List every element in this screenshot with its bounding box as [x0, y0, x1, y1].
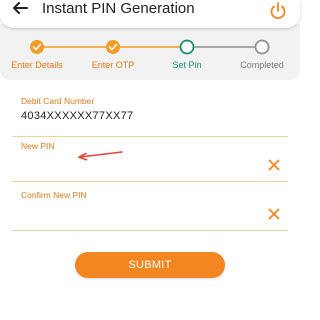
step-1-check-icon: [30, 40, 44, 54]
app-header: Instant PIN Generation: [0, 0, 300, 28]
close-icon: [268, 208, 280, 220]
progress-stepper: Enter Details Enter OTP Set Pin Complete…: [0, 24, 300, 80]
annotation-arrow-icon: [78, 151, 123, 161]
step-label-enter-otp: Enter OTP: [91, 60, 135, 70]
new-pin-field[interactable]: New PIN: [12, 141, 288, 182]
arrow-left-icon: [13, 2, 28, 14]
close-icon: [268, 159, 280, 171]
confirm-pin-clear-button[interactable]: [268, 207, 280, 220]
debit-card-label: Debit Card Number: [21, 96, 95, 106]
stepper-track: [30, 39, 270, 55]
debit-card-value: 4034XXXXXX77XX77: [21, 110, 134, 122]
step-3-current-icon: [179, 39, 195, 55]
step-label-completed: Completed: [240, 60, 284, 70]
debit-card-field: Debit Card Number 4034XXXXXX77XX77: [12, 96, 288, 137]
step-label-enter-details: Enter Details: [11, 60, 63, 70]
confirm-pin-field[interactable]: Confirm New PIN: [12, 190, 288, 231]
step-label-set-pin: Set Pin: [172, 60, 202, 70]
new-pin-label: New PIN: [21, 141, 55, 151]
new-pin-clear-button[interactable]: [268, 158, 280, 171]
step-4-pending-icon: [254, 39, 270, 55]
back-button[interactable]: [10, 0, 30, 18]
logout-button[interactable]: [268, 1, 288, 21]
step-2-check-icon: [106, 40, 120, 54]
confirm-pin-label: Confirm New PIN: [21, 190, 87, 200]
submit-button[interactable]: SUBMIT: [75, 252, 225, 278]
power-icon: [270, 2, 286, 20]
page-title: Instant PIN Generation: [42, 0, 195, 17]
